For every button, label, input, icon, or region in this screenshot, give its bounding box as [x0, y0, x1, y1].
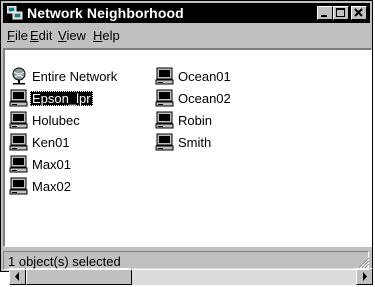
- network-item[interactable]: Max01: [9, 154, 73, 174]
- network-item[interactable]: Robin: [155, 110, 214, 130]
- network-item[interactable]: Entire Network: [9, 66, 119, 86]
- title-bar[interactable]: Network Neighborhood: [3, 3, 370, 23]
- computer-icon: [155, 67, 175, 85]
- status-text: 1 object(s) selected: [8, 254, 121, 269]
- minimize-button[interactable]: [317, 6, 333, 20]
- close-button[interactable]: [351, 6, 367, 20]
- computer-icon: [9, 177, 29, 195]
- network-item-label: Entire Network: [32, 68, 118, 84]
- status-pane: 1 object(s) selected: [3, 251, 369, 270]
- computer-icon: [9, 89, 29, 107]
- resize-grip-icon[interactable]: [358, 257, 370, 269]
- status-bar: 1 object(s) selected: [3, 250, 372, 271]
- network-item-label: Smith: [178, 134, 212, 150]
- menu-edit[interactable]: Edit: [30, 28, 52, 43]
- network-item[interactable]: Epson_lpr: [9, 88, 93, 108]
- computer-icon: [9, 155, 29, 173]
- menu-bar: File Edit View Help: [3, 25, 370, 45]
- network-neighborhood-window: Network Neighborhood File Edit View Help…: [0, 0, 373, 285]
- network-item-label: Ocean02: [178, 90, 231, 106]
- entire-network-icon: [9, 67, 29, 85]
- computer-icon: [155, 111, 175, 129]
- maximize-button[interactable]: [333, 6, 349, 20]
- network-item-label: Robin: [178, 112, 212, 128]
- network-item[interactable]: Ken01: [9, 132, 72, 152]
- network-item-label: Max01: [32, 156, 72, 172]
- network-item[interactable]: Ocean01: [155, 66, 233, 86]
- network-item-label: Holubec: [32, 112, 80, 128]
- window-title: Network Neighborhood: [27, 5, 184, 21]
- network-item-label: Ken01: [32, 134, 70, 150]
- network-item-label: Ocean01: [178, 68, 231, 84]
- computer-icon: [155, 133, 175, 151]
- network-item[interactable]: Holubec: [9, 110, 82, 130]
- computer-icon: [9, 133, 29, 151]
- network-item-label: Epson_lpr: [30, 90, 93, 106]
- network-item[interactable]: Smith: [155, 132, 213, 152]
- menu-view[interactable]: View: [58, 28, 86, 43]
- network-item[interactable]: Ocean02: [155, 88, 233, 108]
- computer-icon: [155, 89, 175, 107]
- computer-icon: [9, 111, 29, 129]
- network-item[interactable]: Max02: [9, 176, 73, 196]
- network-item-label: Max02: [32, 178, 72, 194]
- network-neighborhood-icon: [6, 5, 23, 20]
- menu-file[interactable]: File: [7, 28, 28, 43]
- icon-view[interactable]: Entire Network Epson_lpr Holubec Ken01 Max01…: [3, 48, 373, 285]
- menu-help[interactable]: Help: [93, 28, 120, 43]
